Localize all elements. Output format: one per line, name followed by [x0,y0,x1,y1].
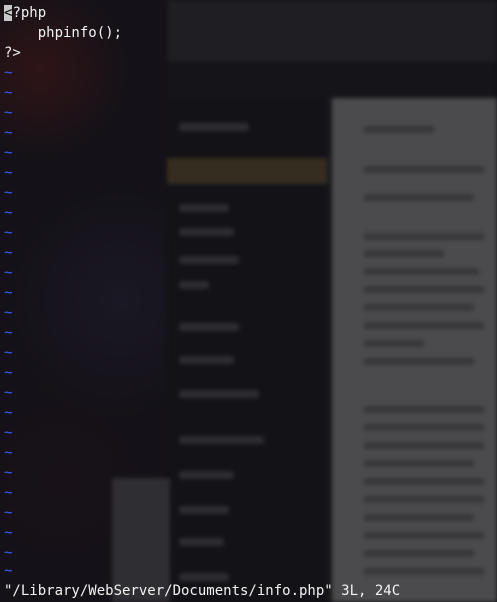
empty-line-marker: ~ [4,265,13,281]
empty-line-marker: ~ [4,385,13,401]
empty-line-marker: ~ [4,325,13,341]
empty-line-marker: ~ [4,225,13,241]
empty-line-marker: ~ [4,285,13,301]
code-line[interactable]: phpinfo(); [4,23,122,43]
empty-line-marker: ~ [4,345,13,361]
empty-line-marker: ~ [4,85,13,101]
empty-line-marker: ~ [4,445,13,461]
empty-line-marker: ~ [4,245,13,261]
empty-line-marker: ~ [4,125,13,141]
empty-line-marker: ~ [4,305,13,321]
empty-line-marker: ~ [4,563,13,579]
empty-line-marker: ~ [4,105,13,121]
code-line[interactable]: <?php [4,3,46,23]
empty-line-marker: ~ [4,145,13,161]
empty-line-marker: ~ [4,485,13,501]
vim-status-message: "/Library/WebServer/Documents/info.php" … [4,583,401,599]
empty-line-marker: ~ [4,545,13,561]
code-line[interactable]: ?> [4,43,21,63]
vim-terminal-window[interactable]: <?php phpinfo(); ?> ~ ~ ~ ~ ~ ~ ~ ~ ~ ~ … [0,0,497,602]
empty-line-marker: ~ [4,465,13,481]
empty-line-marker: ~ [4,425,13,441]
empty-line-marker: ~ [4,165,13,181]
empty-line-marker: ~ [4,405,13,421]
empty-line-marker: ~ [4,505,13,521]
empty-line-marker: ~ [4,365,13,381]
empty-line-marker: ~ [4,525,13,541]
empty-line-marker: ~ [4,205,13,221]
empty-line-marker: ~ [4,185,13,201]
empty-line-marker: ~ [4,65,13,81]
